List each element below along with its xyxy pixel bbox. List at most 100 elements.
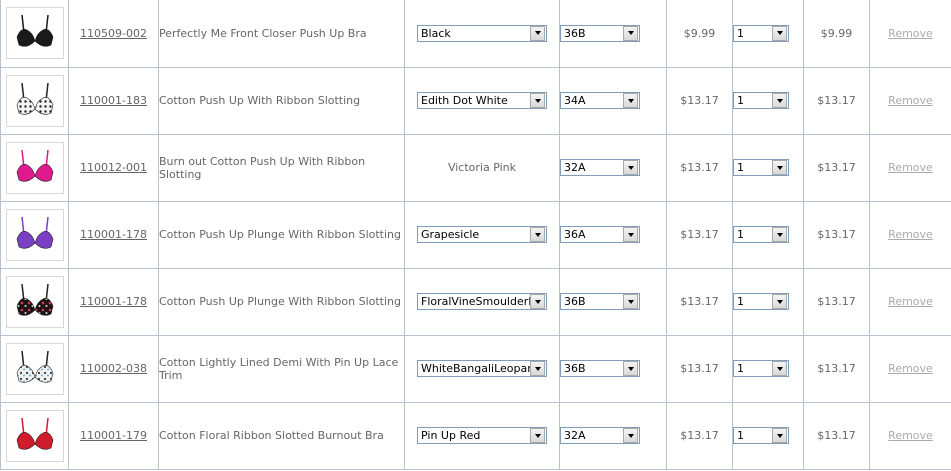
sku-link[interactable]: 110509-002 — [80, 27, 147, 40]
size-cell: 36B — [559, 267, 667, 336]
remove-link[interactable]: Remove — [888, 429, 933, 442]
total-cell: $13.17 — [803, 133, 870, 202]
color-select-value: Pin Up Red — [421, 429, 481, 442]
total-cell: $9.99 — [803, 0, 870, 68]
quantity-select[interactable]: 1 — [733, 360, 789, 377]
chevron-down-icon[interactable] — [530, 428, 545, 443]
color-select[interactable]: Pin Up Red — [417, 427, 547, 444]
size-select[interactable]: 36B — [560, 360, 640, 377]
quantity-select[interactable]: 1 — [733, 92, 789, 109]
size-select-value: 36B — [564, 26, 586, 40]
remove-link[interactable]: Remove — [888, 94, 933, 107]
sku-link[interactable]: 110002-038 — [80, 362, 147, 375]
unit-price: $13.17 — [680, 94, 719, 107]
size-select[interactable]: 36B — [560, 293, 640, 310]
line-total: $9.99 — [820, 26, 853, 40]
table-row: 110001-183 Cotton Push Up With Ribbon Slo… — [0, 66, 951, 135]
unit-price: $13.17 — [680, 429, 719, 442]
quantity-cell: 1 — [732, 0, 804, 68]
size-select[interactable]: 36B — [560, 24, 640, 42]
chevron-down-icon[interactable] — [772, 227, 787, 242]
price-cell: $13.17 — [666, 334, 733, 403]
line-total: $13.17 — [817, 295, 856, 308]
chevron-down-icon[interactable] — [772, 160, 787, 175]
product-thumbnail[interactable] — [5, 342, 64, 395]
table-row: 110002-038 Cotton Lightly Lined Demi With… — [0, 334, 951, 403]
size-cell: 32A — [559, 401, 667, 470]
color-cell: FloralVineSmoulderBl — [404, 267, 560, 336]
size-cell: 36B — [559, 334, 667, 403]
chevron-down-icon[interactable] — [772, 25, 787, 41]
color-select-value: Edith Dot White — [421, 94, 508, 107]
chevron-down-icon[interactable] — [530, 93, 545, 108]
total-cell: $13.17 — [803, 200, 870, 269]
chevron-down-icon[interactable] — [623, 294, 638, 309]
quantity-cell: 1 — [732, 334, 804, 403]
color-select[interactable]: Edith Dot White — [417, 92, 547, 109]
product-name-cell: Cotton Push Up Plunge With Ribbon Slotti… — [158, 200, 405, 269]
size-select[interactable]: 32A — [560, 427, 640, 444]
chevron-down-icon[interactable] — [530, 25, 545, 41]
size-cell: 36A — [559, 200, 667, 269]
sku-link[interactable]: 110001-178 — [80, 295, 147, 308]
quantity-select-value: 1 — [737, 295, 744, 308]
chevron-down-icon[interactable] — [623, 428, 638, 443]
sku-cell: 110001-178 — [68, 267, 159, 336]
remove-link[interactable]: Remove — [888, 228, 933, 241]
product-image-cell — [0, 66, 69, 135]
size-select[interactable]: 32A — [560, 159, 640, 176]
size-select[interactable]: 34A — [560, 92, 640, 109]
product-name-cell: Cotton Push Up With Ribbon Slotting — [158, 66, 405, 135]
sku-link[interactable]: 110012-001 — [80, 161, 147, 174]
chevron-down-icon[interactable] — [530, 294, 545, 309]
unit-price: $13.17 — [680, 228, 719, 241]
price-cell: $13.17 — [666, 133, 733, 202]
sku-link[interactable]: 110001-178 — [80, 228, 147, 241]
chevron-down-icon[interactable] — [623, 160, 638, 175]
color-select-value: WhiteBangaliLeopard — [421, 362, 530, 375]
color-select[interactable]: WhiteBangaliLeopard — [417, 360, 547, 377]
product-image-cell — [0, 401, 69, 470]
chevron-down-icon[interactable] — [772, 93, 787, 108]
chevron-down-icon[interactable] — [623, 227, 638, 242]
product-name-cell: Cotton Floral Ribbon Slotted Burnout Bra — [158, 401, 405, 470]
chevron-down-icon[interactable] — [772, 294, 787, 309]
quantity-select[interactable]: 1 — [733, 226, 789, 243]
color-select[interactable]: FloralVineSmoulderBl — [417, 293, 547, 310]
size-select-value: 36A — [564, 228, 586, 241]
size-select[interactable]: 36A — [560, 226, 640, 243]
remove-link[interactable]: Remove — [888, 161, 933, 174]
chevron-down-icon[interactable] — [530, 227, 545, 242]
unit-price: $13.17 — [680, 362, 719, 375]
remove-link[interactable]: Remove — [888, 362, 933, 375]
remove-link[interactable]: Remove — [888, 27, 933, 40]
product-thumbnail[interactable] — [5, 409, 64, 462]
sku-cell: 110012-001 — [68, 133, 159, 202]
chevron-down-icon[interactable] — [772, 428, 787, 443]
product-thumbnail[interactable] — [5, 141, 64, 194]
chevron-down-icon[interactable] — [623, 25, 638, 41]
sku-link[interactable]: 110001-179 — [80, 429, 147, 442]
chevron-down-icon[interactable] — [623, 93, 638, 108]
quantity-select[interactable]: 1 — [733, 24, 789, 42]
sku-link[interactable]: 110001-183 — [80, 94, 147, 107]
remove-cell: Remove — [869, 401, 951, 470]
line-total: $13.17 — [817, 94, 856, 107]
chevron-down-icon[interactable] — [530, 361, 545, 376]
product-thumbnail[interactable] — [5, 74, 64, 127]
remove-cell: Remove — [869, 200, 951, 269]
quantity-select[interactable]: 1 — [733, 159, 789, 176]
quantity-select[interactable]: 1 — [733, 293, 789, 310]
color-select[interactable]: Grapesicle — [417, 226, 547, 243]
color-select[interactable]: Black — [417, 24, 547, 42]
chevron-down-icon[interactable] — [772, 361, 787, 376]
product-thumbnail[interactable] — [5, 275, 64, 328]
chevron-down-icon[interactable] — [623, 361, 638, 376]
color-cell: Grapesicle — [404, 200, 560, 269]
remove-link[interactable]: Remove — [888, 295, 933, 308]
quantity-select[interactable]: 1 — [733, 427, 789, 444]
price-cell: $9.99 — [666, 0, 733, 68]
remove-cell: Remove — [869, 0, 951, 68]
product-thumbnail[interactable] — [5, 7, 64, 60]
product-thumbnail[interactable] — [5, 208, 64, 261]
